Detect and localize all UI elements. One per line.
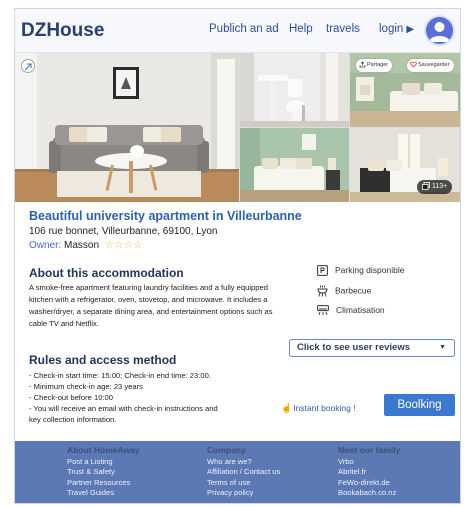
share-icon — [359, 61, 366, 68]
user-reviews-dropdown[interactable]: Click to see user reviews ▼ — [289, 339, 455, 357]
expand-gallery-button[interactable] — [21, 59, 35, 73]
amenity-climatisation: Climatisation — [317, 305, 385, 316]
instant-booking: ☝Instant booking ! — [281, 403, 356, 414]
share-label: Partager — [367, 62, 389, 68]
user-avatar[interactable] — [424, 15, 455, 46]
listing-title: Beautiful university apartment in Villeu… — [29, 209, 302, 223]
rating-stars: ☆☆☆☆ — [104, 240, 143, 251]
booking-button[interactable]: Boolking — [384, 394, 455, 416]
rule-item: - Check-in start time: 15:00; Check-in e… — [29, 371, 211, 380]
owner-label: Owner: — [29, 240, 62, 251]
air-conditioner-icon — [317, 305, 329, 316]
nav-publish-ad[interactable]: Publich an ad — [209, 23, 279, 35]
site-footer: About HomeAway Post a Listing Trust & Sa… — [15, 441, 460, 503]
amenity-barbecue-label: Barbecue — [335, 285, 372, 296]
footer-heading: Meet our family — [338, 445, 401, 455]
cropped-caption: ​ — [0, 0, 474, 4]
footer-link[interactable]: Privacy policy — [207, 488, 280, 499]
main-photo-living-room[interactable] — [15, 53, 239, 202]
owner-line: Owner: Masson ☆☆☆☆ — [29, 240, 143, 251]
amenity-parking: Parking disponible — [317, 265, 405, 277]
site-logo[interactable]: DZHouse — [21, 20, 104, 42]
nav-travels[interactable]: travels — [326, 23, 360, 35]
save-button[interactable]: Sauvegarder — [407, 59, 454, 72]
owner-name[interactable]: Masson — [64, 240, 99, 251]
footer-link[interactable]: Travel Guides — [67, 488, 140, 499]
footer-link[interactable]: Terms of use — [207, 478, 280, 489]
heart-icon — [410, 61, 417, 68]
footer-link[interactable]: Trust & Safety — [67, 467, 140, 478]
rules-list: - Check-in start time: 15:00; Check-in e… — [29, 370, 289, 425]
nav-help[interactable]: Help — [289, 23, 313, 35]
footer-link[interactable]: Affiliation / Contact us — [207, 467, 280, 478]
instant-booking-label: Instant booking ! — [293, 403, 356, 413]
user-reviews-label: Click to see user reviews — [297, 342, 411, 353]
footer-link[interactable]: Bookabach.co.nz — [338, 488, 400, 499]
more-photos-badge[interactable]: 113+ — [417, 180, 453, 194]
about-description: A smoke-free apartment featuring laundry… — [29, 283, 273, 328]
footer-link[interactable]: Abritel.fr — [338, 467, 400, 478]
nav-login-label: login — [379, 23, 404, 35]
rule-item: - You will receive an email with check-i… — [29, 404, 218, 413]
footer-link[interactable]: Partner Resources — [67, 478, 140, 489]
page-frame: DZHouse Publich an ad Help travels login… — [14, 8, 461, 504]
footer-heading: Company — [207, 445, 246, 455]
expand-arrow-icon — [24, 63, 32, 71]
photos-stack-icon — [422, 182, 430, 191]
rule-item: - Check-out before 10:00 — [29, 393, 114, 402]
rules-heading: Rules and access method — [29, 353, 177, 367]
footer-column-company: Company Who are we? Affiliation / Contac… — [207, 445, 280, 499]
footer-heading: About HomeAway — [67, 445, 140, 455]
footer-link[interactable]: Post a Listing — [67, 457, 140, 468]
footer-link[interactable]: FeWo-direkt.de — [338, 478, 400, 489]
amenity-barbecue: Barbecue — [317, 285, 371, 297]
about-heading: About this accommodation — [29, 266, 184, 280]
share-button[interactable]: Partager — [356, 59, 393, 72]
save-label: Sauvegarder — [418, 62, 450, 68]
listing-address: 106 rue bonnet, Villeurbanne, 69100, Lyo… — [29, 226, 218, 237]
parking-icon — [317, 265, 328, 277]
lightning-hand-icon: ☝ — [281, 403, 293, 413]
nav-login[interactable]: login ▶ — [379, 23, 414, 35]
top-navbar: DZHouse Publich an ad Help travels login… — [15, 9, 460, 53]
amenity-parking-label: Parking disponible — [335, 265, 405, 275]
footer-link[interactable]: Vrbo — [338, 457, 400, 468]
chevron-down-icon: ▼ — [439, 344, 446, 351]
photo-bedroom-mint[interactable] — [240, 128, 349, 202]
rule-item: key collection information. — [29, 415, 117, 424]
barbecue-icon — [317, 285, 328, 297]
footer-column-family: Meet our family Vrbo Abritel.fr FeWo-dir… — [338, 445, 400, 499]
footer-column-about: About HomeAway Post a Listing Trust & Sa… — [67, 445, 140, 499]
photo-bathroom[interactable] — [240, 53, 349, 127]
user-silhouette-icon — [429, 22, 450, 42]
rule-item: - Minimum check-in age: 23 years — [29, 382, 143, 391]
footer-link[interactable]: Who are we? — [207, 457, 280, 468]
amenity-climatisation-label: Climatisation — [336, 305, 385, 315]
photo-gallery: Partager Sauvegarder 113+ — [15, 53, 460, 202]
more-photos-count: 113+ — [432, 183, 448, 190]
play-arrow-icon: ▶ — [406, 24, 415, 35]
